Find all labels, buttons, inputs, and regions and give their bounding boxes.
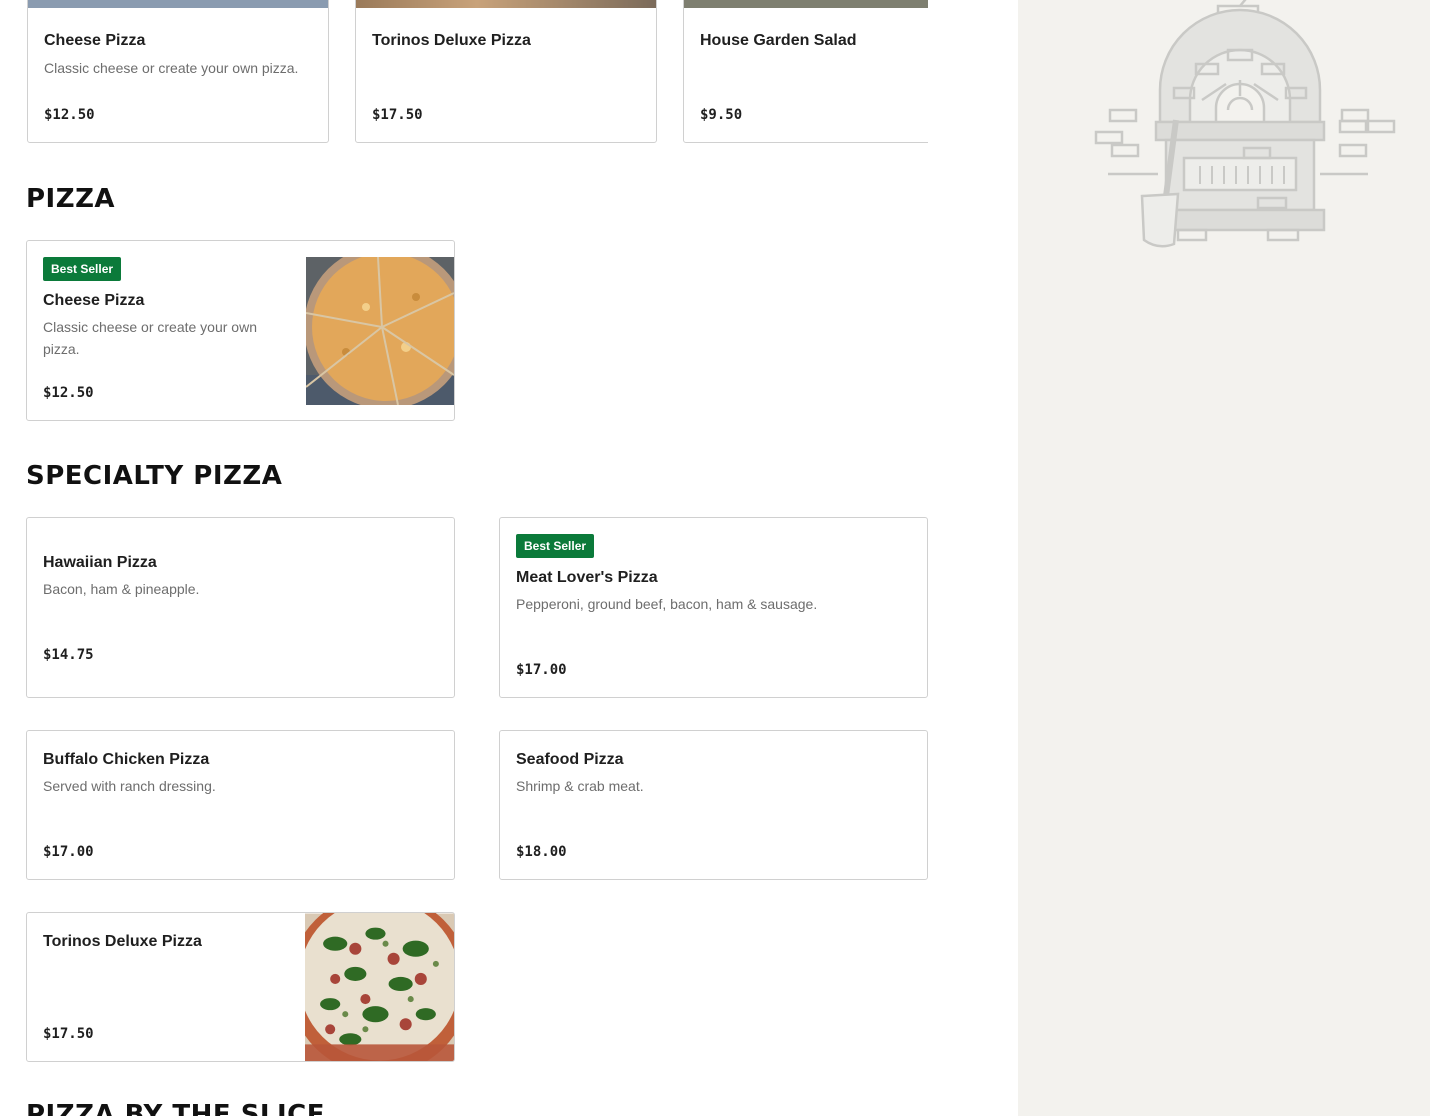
best-seller-badge: Best Seller <box>43 257 122 281</box>
item-price: $17.00 <box>43 844 94 860</box>
menu-item-buffalo-chicken-pizza[interactable]: Buffalo Chicken Pizza Served with ranch … <box>26 730 455 880</box>
item-description: Pepperoni, ground beef, bacon, ham & sau… <box>516 596 818 612</box>
featured-image <box>28 0 328 8</box>
item-price: $18.00 <box>516 844 567 860</box>
cheese-pizza-photo <box>306 257 454 405</box>
menu-item-torinos-deluxe-pizza[interactable]: Torinos Deluxe Pizza $17.50 <box>26 912 455 1062</box>
item-description: Bacon, ham & pineapple. <box>43 581 200 597</box>
menu-item-seafood-pizza[interactable]: Seafood Pizza Shrimp & crab meat. $18.00 <box>499 730 928 880</box>
item-name: Meat Lover's Pizza <box>516 569 658 586</box>
best-seller-badge: Best Seller <box>516 534 595 558</box>
menu-item-cheese-pizza[interactable]: Best Seller Cheese Pizza Classic cheese … <box>26 240 455 421</box>
item-name: Torinos Deluxe Pizza <box>372 32 531 49</box>
sidebar <box>1018 0 1430 1116</box>
item-price: $17.50 <box>372 107 423 123</box>
item-description: Served with ranch dressing. <box>43 778 216 794</box>
item-price: $12.50 <box>43 385 94 401</box>
item-price: $17.00 <box>516 662 567 678</box>
featured-card-house-garden-salad[interactable]: House Garden Salad $9.50 <box>683 0 928 143</box>
featured-card-torinos-deluxe[interactable]: Torinos Deluxe Pizza $17.50 <box>355 0 657 143</box>
featured-image <box>684 0 928 8</box>
item-price: $17.50 <box>43 1026 94 1042</box>
item-name: Cheese Pizza <box>44 32 146 49</box>
item-price: $9.50 <box>700 107 743 123</box>
item-name: Torinos Deluxe Pizza <box>43 933 202 950</box>
item-name: House Garden Salad <box>700 32 857 49</box>
section-title-pizza: PIZZA <box>26 184 116 214</box>
menu-main: Cheese Pizza Classic cheese or create yo… <box>0 0 1018 1116</box>
item-name: Hawaiian Pizza <box>43 554 157 571</box>
menu-item-hawaiian-pizza[interactable]: Hawaiian Pizza Bacon, ham & pineapple. $… <box>26 517 455 698</box>
item-name: Cheese Pizza <box>43 292 145 309</box>
featured-clip: House Garden Salad $9.50 <box>683 0 928 143</box>
pizza-oven-icon <box>1094 0 1396 248</box>
featured-image <box>356 0 656 8</box>
item-price: $14.75 <box>43 647 94 663</box>
deluxe-pizza-photo <box>305 913 454 1061</box>
item-name: Seafood Pizza <box>516 751 624 768</box>
section-title-specialty: SPECIALTY PIZZA <box>26 461 283 491</box>
menu-item-meat-lovers-pizza[interactable]: Best Seller Meat Lover's Pizza Pepperoni… <box>499 517 928 698</box>
item-price: $12.50 <box>44 107 95 123</box>
item-description: Classic cheese or create your own pizza. <box>43 319 257 357</box>
item-description: Classic cheese or create your own pizza. <box>44 60 299 76</box>
featured-card-cheese-pizza[interactable]: Cheese Pizza Classic cheese or create yo… <box>27 0 329 143</box>
section-title-pizza-by-the-slice: PIZZA BY THE SLICE <box>26 1100 325 1116</box>
item-description: Shrimp & crab meat. <box>516 778 644 794</box>
item-name: Buffalo Chicken Pizza <box>43 751 210 768</box>
